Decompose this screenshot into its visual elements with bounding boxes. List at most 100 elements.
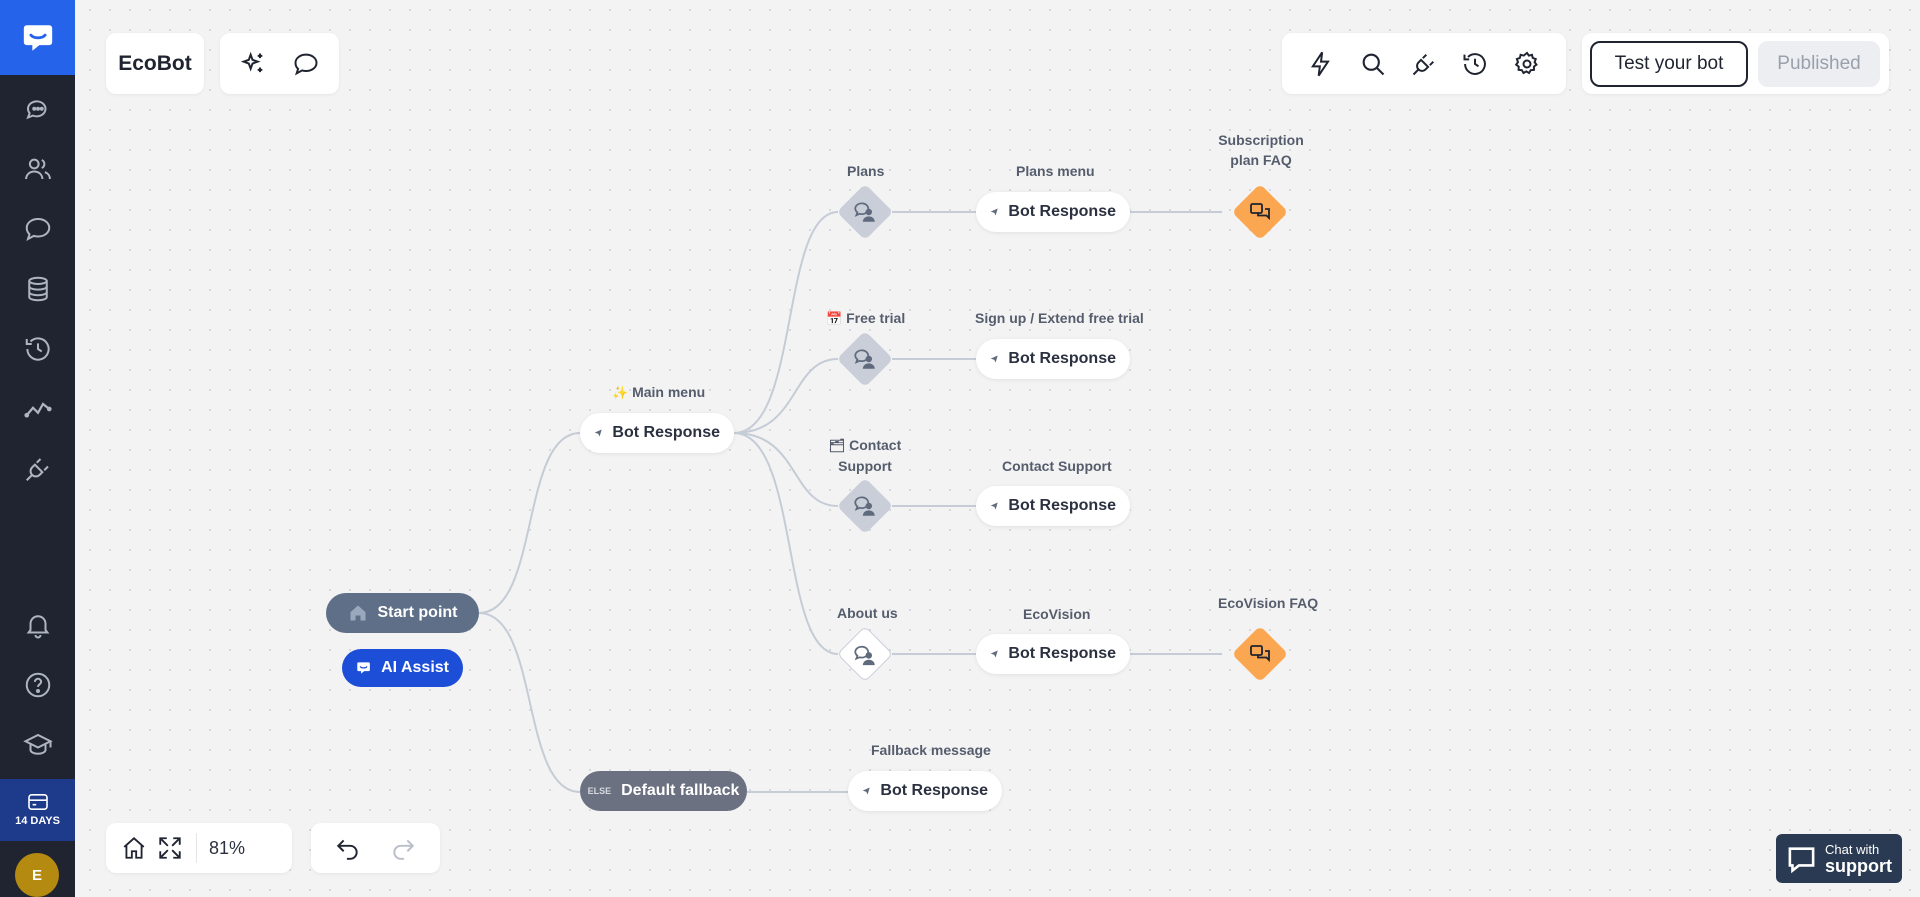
zoom-level[interactable]: 81% [209, 838, 245, 859]
trial-badge[interactable]: 14 DAYS [0, 779, 75, 841]
academy-icon [22, 733, 53, 755]
redo-button[interactable] [385, 830, 421, 866]
support-line2: support [1825, 855, 1892, 876]
undo-icon [336, 839, 358, 860]
settings-button[interactable] [1507, 44, 1547, 84]
chat-logo-icon [23, 24, 52, 51]
edge-mainmenu-plans [733, 211, 839, 434]
users-icon [24, 158, 51, 180]
edge-start-mainmenu [478, 432, 581, 614]
response-title-plans: Plans menu [1016, 163, 1095, 179]
sparkles-icon [240, 51, 263, 72]
expand-icon [159, 837, 181, 859]
fallback-bot-response[interactable]: Bot Response [848, 771, 1002, 811]
zoom-panel: 81% [106, 823, 292, 873]
send-icon [990, 208, 998, 216]
history-button[interactable] [1455, 44, 1495, 84]
briefcase-icon: 🗂 [828, 438, 846, 453]
help-icon [25, 672, 50, 698]
intent-node-free-trial[interactable] [836, 330, 894, 388]
start-point-node[interactable]: Start point [326, 593, 479, 633]
history-icon [1463, 52, 1487, 75]
sidebar-item-integrations[interactable] [0, 447, 75, 491]
send-icon [594, 429, 602, 437]
default-fallback-node[interactable]: ELSE Default fallback [580, 771, 747, 811]
send-icon [990, 502, 998, 510]
database-icon [27, 276, 48, 302]
goto-chat-icon [1250, 203, 1270, 221]
user-chat-icon [854, 202, 875, 222]
test-your-bot-button[interactable]: Test your bot [1590, 40, 1748, 87]
edge-start-fallback [478, 612, 581, 793]
sidebar-item-conversations[interactable] [0, 207, 75, 251]
main-menu-emoji-icon: ✨ [612, 385, 629, 400]
bot-tools-panel [1282, 33, 1566, 94]
default-fallback-label: Default fallback [621, 782, 740, 799]
conversation-icon [25, 217, 50, 242]
start-point-label: Start point [377, 604, 458, 621]
search-icon [1362, 53, 1384, 75]
goto-chat-icon [1250, 645, 1270, 663]
sidebar-item-users[interactable] [0, 147, 75, 191]
support-chat-icon [1788, 846, 1815, 873]
goto-label-ecovision-faq: EcoVision FAQ [1218, 595, 1319, 611]
integrations-plug-icon [25, 458, 49, 481]
sidebar-help[interactable] [0, 663, 75, 707]
contact-support-bot-response[interactable]: Bot Response [976, 486, 1130, 526]
search-button[interactable] [1353, 44, 1393, 84]
response-title-contact-support: Contact Support [1002, 458, 1112, 474]
bot-name-panel[interactable]: EcoBot [106, 33, 204, 94]
plans-bot-response[interactable]: Bot Response [976, 192, 1130, 232]
goto-node-ecovision-faq[interactable] [1231, 625, 1289, 683]
bell-icon [26, 615, 49, 639]
main-menu-bot-response[interactable]: Bot Response [580, 413, 734, 453]
sidebar-academy[interactable] [0, 723, 75, 767]
undo-redo-panel [311, 823, 440, 873]
sidebar-item-data[interactable] [0, 267, 75, 311]
send-icon [862, 787, 870, 795]
preview-chat-button[interactable] [286, 44, 326, 84]
intent-label-plans: Plans [847, 163, 885, 179]
chat-with-support-button[interactable]: Chat with support [1776, 834, 1902, 883]
sidebar-item-analytics[interactable] [0, 387, 75, 431]
ai-sparkles-button[interactable] [233, 44, 273, 84]
avatar[interactable]: E [15, 853, 59, 897]
intent-node-about-us[interactable] [836, 625, 894, 683]
user-chat-icon [854, 349, 875, 369]
flow-edges [478, 211, 1222, 793]
center-home-button[interactable] [116, 830, 152, 866]
response-title-ecovision: EcoVision [1023, 606, 1091, 622]
integrations-button[interactable] [1404, 44, 1444, 84]
intent-label-free-trial: 📅 Free trial [826, 310, 906, 326]
trial-days-label: 14 DAYS [15, 815, 60, 827]
support-line1: Chat with [1825, 841, 1880, 857]
user-chat-icon [854, 645, 875, 666]
goto-node-subscription-faq[interactable] [1231, 183, 1289, 241]
ecovision-bot-response[interactable]: Bot Response [976, 634, 1130, 674]
fit-to-screen-button[interactable] [152, 830, 188, 866]
lightning-icon [1311, 51, 1331, 76]
home-icon [350, 605, 365, 621]
intent-node-contact-support[interactable] [836, 477, 894, 535]
ai-tools-panel [220, 33, 339, 94]
intent-node-plans[interactable] [836, 183, 894, 241]
ai-assist-button[interactable]: AI Assist [342, 649, 463, 687]
published-button[interactable]: Published [1758, 40, 1880, 87]
fallback-message-title: Fallback message [871, 742, 991, 758]
divider [196, 833, 197, 863]
ai-chat-icon [357, 662, 370, 674]
automations-button[interactable] [1301, 44, 1341, 84]
support-text: Chat with support [1825, 841, 1892, 876]
sidebar-item-history[interactable] [0, 327, 75, 371]
undo-button[interactable] [330, 830, 366, 866]
main-menu-title: ✨ Main menu [612, 384, 706, 400]
chat-question-icon [294, 53, 318, 75]
app-logo[interactable] [0, 0, 75, 75]
sidebar-item-chats[interactable] [0, 88, 75, 132]
sidebar-notifications[interactable] [0, 603, 75, 647]
publish-panel: Test your bot Published [1582, 33, 1889, 94]
free-trial-bot-response[interactable]: Bot Response [976, 339, 1130, 379]
send-icon [990, 355, 998, 363]
intent-label-contact-support: 🗂 Contact Support [828, 437, 902, 474]
sidebar: 14 DAYS E [0, 0, 75, 897]
